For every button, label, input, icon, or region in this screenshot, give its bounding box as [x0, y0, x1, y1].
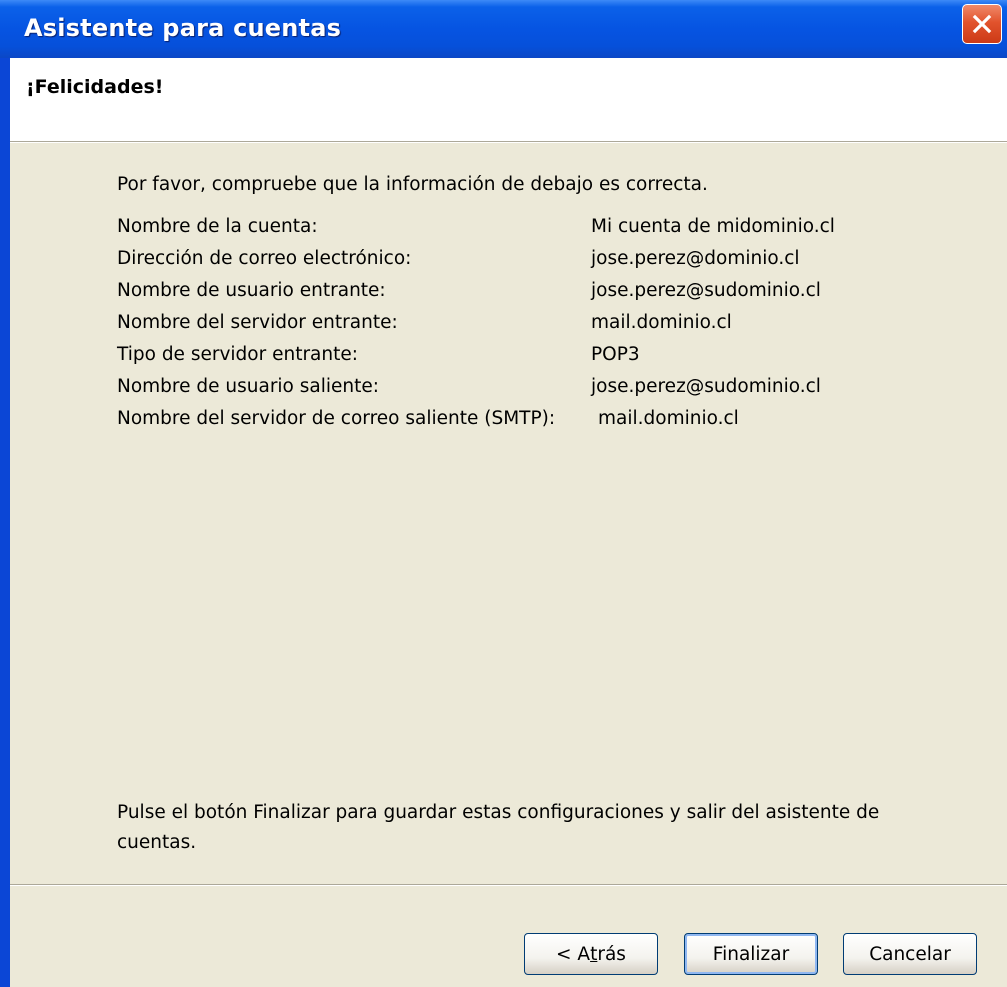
wizard-header: ¡Felicidades!	[10, 58, 1007, 143]
back-label-mnemonic: t	[590, 943, 598, 965]
summary-value: Mi cuenta de midominio.cl	[591, 216, 835, 237]
summary-value: mail.dominio.cl	[598, 408, 739, 429]
summary-label: Nombre de usuario saliente:	[117, 376, 379, 397]
cancel-button[interactable]: Cancelar	[843, 933, 977, 975]
summary-label: Dirección de correo electrónico:	[117, 248, 412, 269]
back-button[interactable]: < At rás	[524, 933, 658, 975]
summary-value: POP3	[591, 344, 640, 365]
summary-row-incoming-server: Nombre del servidor entrante: mail.domin…	[117, 312, 977, 344]
close-button[interactable]	[962, 4, 1002, 44]
close-icon	[972, 14, 992, 34]
summary-value: mail.dominio.cl	[591, 312, 732, 333]
title-bar[interactable]: Asistente para cuentas	[0, 0, 1007, 58]
intro-text: Por favor, compruebe que la información …	[117, 174, 708, 195]
summary-row-outgoing-user: Nombre de usuario saliente: jose.perez@s…	[117, 376, 977, 408]
summary-value: jose.perez@dominio.cl	[591, 248, 800, 269]
summary-value: jose.perez@sudominio.cl	[591, 376, 821, 397]
summary-value: jose.perez@sudominio.cl	[591, 280, 821, 301]
account-wizard-window: Asistente para cuentas ¡Felicidades! Por…	[0, 0, 1007, 987]
summary-row-incoming-server-type: Tipo de servidor entrante: POP3	[117, 344, 977, 376]
summary-row-smtp-server: Nombre del servidor de correo saliente (…	[117, 408, 977, 440]
window-title: Asistente para cuentas	[24, 14, 342, 42]
footer-note: Pulse el botón Finalizar para guardar es…	[117, 802, 880, 853]
back-label-suffix: rás	[597, 943, 626, 965]
window-left-border	[0, 58, 10, 987]
summary-label: Tipo de servidor entrante:	[117, 344, 358, 365]
summary-row-incoming-user: Nombre de usuario entrante: jose.perez@s…	[117, 280, 977, 312]
back-label-prefix: < A	[556, 943, 591, 965]
summary-row-account-name: Nombre de la cuenta: Mi cuenta de midomi…	[117, 216, 977, 248]
summary-label: Nombre del servidor de correo saliente (…	[117, 408, 556, 429]
summary-row-email-address: Dirección de correo electrónico: jose.pe…	[117, 248, 977, 280]
button-separator	[10, 884, 1007, 886]
summary-label: Nombre de usuario entrante:	[117, 280, 386, 301]
page-title: ¡Felicidades!	[26, 76, 164, 98]
summary-label: Nombre de la cuenta:	[117, 216, 318, 237]
finish-button[interactable]: Finalizar	[684, 933, 818, 975]
summary-label: Nombre del servidor entrante:	[117, 312, 398, 333]
wizard-client-area: ¡Felicidades! Por favor, compruebe que l…	[10, 58, 1007, 987]
